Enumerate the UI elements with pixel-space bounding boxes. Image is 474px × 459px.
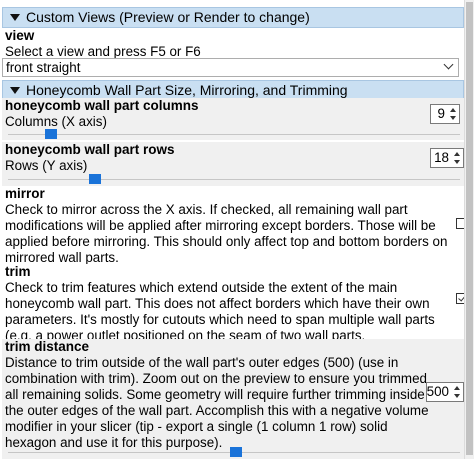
description-line: parameters. It's mostly for cutouts whic… (5, 312, 435, 327)
collapse-triangle-icon (10, 14, 20, 21)
spin-down-icon (450, 116, 456, 120)
description-line: combination with trim). Zoom out on the … (5, 371, 427, 386)
param-description: Distance to trim outside of the wall par… (5, 355, 464, 451)
view-select[interactable]: front straight (2, 58, 459, 77)
description-line: modifier in your slicer (tip - export a … (5, 419, 388, 434)
description-line: modifications will be applied after mirr… (5, 218, 436, 233)
trim-distance-spinbox[interactable]: 500 (426, 382, 464, 402)
rows-value: 18 (434, 150, 449, 165)
param-description: Rows (Y axis) (5, 158, 88, 173)
columns-slider[interactable] (8, 129, 460, 139)
trim-distance-value: 500 (426, 384, 449, 399)
param-description: Columns (X axis) (5, 114, 107, 129)
section-title: Honeycomb Wall Part Size, Mirroring, and… (26, 82, 348, 98)
param-rows: honeycomb wall part rows Rows (Y axis) 1… (2, 142, 464, 186)
param-description: Check to trim features which extend outs… (5, 280, 464, 344)
param-view: view Select a view and press F5 or F6 fr… (2, 28, 464, 78)
chevron-down-icon (443, 59, 454, 70)
collapse-triangle-icon (10, 87, 20, 94)
vertical-scrollbar[interactable] (464, 0, 474, 459)
description-line: honeycomb wall part. This does not affec… (5, 296, 430, 311)
scrollbar-thumb[interactable] (466, 2, 473, 455)
description-line: Check to mirror across the X axis. If ch… (5, 202, 408, 217)
columns-value: 9 (437, 106, 445, 121)
param-name: honeycomb wall part columns (5, 98, 199, 113)
spin-arrows[interactable] (448, 105, 459, 123)
description-line: all remaining solids. Some geometry will… (5, 387, 425, 402)
param-description: Check to mirror across the X axis. If ch… (5, 202, 464, 266)
param-name: view (5, 28, 35, 43)
section-header-custom-views[interactable]: Custom Views (Preview or Render to chang… (2, 7, 464, 28)
trim-distance-slider-thumb[interactable] (230, 447, 242, 457)
rows-slider[interactable] (8, 174, 460, 184)
trim-distance-slider[interactable] (8, 447, 460, 457)
description-line: Check to trim features which extend outs… (5, 280, 398, 295)
param-name: trim (5, 264, 31, 279)
rows-slider-thumb[interactable] (89, 174, 101, 184)
columns-slider-thumb[interactable] (45, 129, 57, 139)
param-name: honeycomb wall part rows (5, 142, 175, 157)
spin-down-icon (454, 160, 460, 164)
section-title: Custom Views (Preview or Render to chang… (26, 9, 310, 25)
param-trim-distance: trim distance Distance to trim outside o… (2, 339, 464, 459)
spin-up-icon (450, 108, 456, 112)
spin-arrows[interactable] (452, 383, 463, 401)
spin-up-icon (454, 152, 460, 156)
param-columns: honeycomb wall part columns Columns (X a… (2, 98, 464, 140)
param-trim: trim Check to trim features which extend… (2, 264, 467, 343)
param-name: mirror (5, 186, 45, 201)
spin-down-icon (454, 394, 460, 398)
param-mirror: mirror Check to mirror across the X axis… (2, 186, 467, 266)
description-line: Distance to trim outside of the wall par… (5, 355, 399, 370)
spin-arrows[interactable] (452, 149, 463, 167)
description-line: the outer edges of the wall part. Accomp… (5, 403, 429, 418)
columns-spinbox[interactable]: 9 (430, 104, 460, 124)
description-line: applied before mirroring. This should on… (5, 234, 448, 249)
spin-up-icon (454, 386, 460, 390)
param-name: trim distance (5, 339, 90, 354)
rows-spinbox[interactable]: 18 (430, 148, 464, 168)
view-select-value: front straight (6, 60, 81, 75)
